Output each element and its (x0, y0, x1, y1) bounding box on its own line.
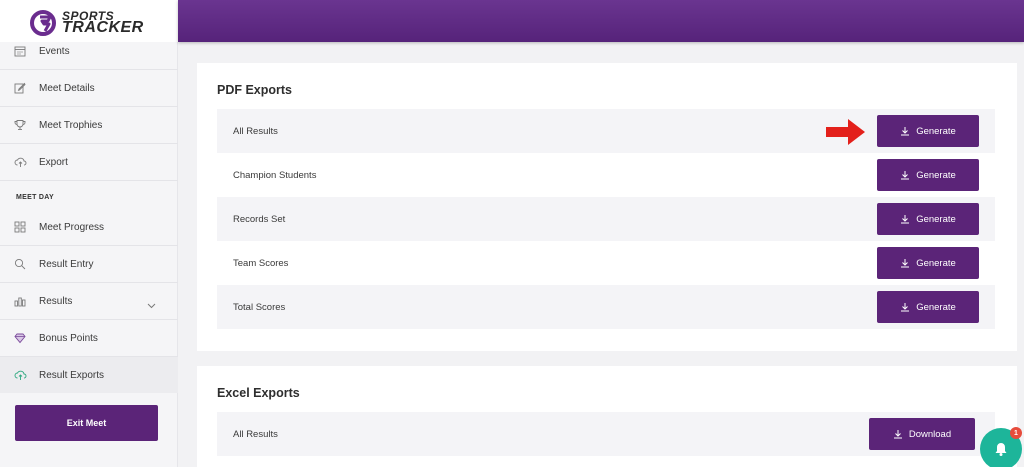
download-icon (901, 259, 910, 268)
pdf-exports-title: PDF Exports (217, 83, 293, 97)
calendar-icon (13, 44, 27, 58)
diamond-icon (13, 331, 27, 345)
trophy-icon (13, 118, 27, 132)
download-button[interactable]: Download (869, 418, 975, 450)
sidebar-item-export[interactable]: Export (0, 144, 178, 180)
exit-meet-button[interactable]: Exit Meet (15, 405, 158, 441)
sidebar-item-bonus-points[interactable]: Bonus Points (0, 320, 178, 356)
table-row: All Results Generate (217, 109, 995, 153)
download-icon (901, 127, 910, 136)
sidebar-item-label: Meet Trophies (39, 119, 103, 131)
generate-button-label: Generate (916, 257, 956, 269)
cloud-upload-icon (13, 368, 27, 382)
top-bar (178, 0, 1024, 42)
row-label: Records Set (233, 213, 286, 225)
divider (0, 180, 178, 181)
red-arrow-icon (826, 119, 865, 145)
bar-chart-icon (13, 294, 27, 308)
search-icon (13, 257, 27, 271)
sidebar-item-result-exports[interactable]: Result Exports (0, 357, 178, 393)
sidebar-item-meet-details[interactable]: Meet Details (0, 70, 178, 106)
generate-button-label: Generate (916, 213, 956, 225)
sidebar-item-label: Results (39, 295, 73, 307)
cloud-upload-icon (13, 155, 27, 169)
sidebar-item-label: Export (39, 156, 68, 168)
generate-button[interactable]: Generate (877, 159, 979, 191)
sidebar-item-label: Meet Progress (39, 221, 105, 233)
chevron-down-icon (147, 296, 156, 314)
row-label: All Results (233, 125, 278, 137)
sidebar-item-events[interactable]: Events (0, 33, 178, 69)
sidebar-item-meet-progress[interactable]: Meet Progress (0, 209, 178, 245)
generate-button-label: Generate (916, 301, 956, 313)
sidebar-item-label: Result Entry (39, 258, 94, 270)
sidebar-item-label: Bonus Points (39, 332, 98, 344)
table-row: Total Scores Generate (217, 285, 995, 329)
excel-exports-title: Excel Exports (217, 386, 300, 400)
download-icon (893, 430, 902, 439)
row-label: Champion Students (233, 169, 317, 181)
generate-button[interactable]: Generate (877, 247, 979, 279)
section-label-meet-day: MEET DAY (16, 194, 54, 201)
generate-button[interactable]: Generate (877, 115, 979, 147)
sidebar-item-label: Meet Details (39, 82, 95, 94)
sidebar: SPORTS TRACKER Events Meet Details Meet … (0, 0, 178, 467)
generate-button-label: Generate (916, 169, 956, 181)
generate-button[interactable]: Generate (877, 291, 979, 323)
edit-icon (13, 81, 27, 95)
excel-exports-card: Excel Exports All Results Download (197, 366, 1017, 467)
sidebar-item-label: Result Exports (39, 369, 105, 381)
download-icon (901, 215, 910, 224)
sidebar-item-meet-trophies[interactable]: Meet Trophies (0, 107, 178, 143)
generate-button-label: Generate (916, 125, 956, 137)
table-row: Team Scores Generate (217, 241, 995, 285)
notification-badge: 1 (1010, 427, 1022, 439)
table-row: Champion Students Generate (217, 153, 995, 197)
download-icon (901, 171, 910, 180)
generate-button[interactable]: Generate (877, 203, 979, 235)
sidebar-item-result-entry[interactable]: Result Entry (0, 246, 178, 282)
app-root: SPORTS TRACKER Events Meet Details Meet … (0, 0, 1024, 467)
sidebar-item-results[interactable]: Results (0, 283, 178, 319)
row-label: All Results (233, 428, 278, 440)
bell-icon (995, 443, 1007, 456)
table-row: Records Set Generate (217, 197, 995, 241)
pdf-exports-card: PDF Exports All Results Generate Champio… (197, 63, 1017, 351)
download-button-label: Download (908, 428, 952, 440)
row-label: Team Scores (233, 257, 289, 269)
download-icon (901, 303, 910, 312)
logo-text: SPORTS TRACKER (62, 10, 144, 36)
row-label: Total Scores (233, 301, 286, 313)
grid-icon (13, 220, 27, 234)
table-row: All Results Download (217, 412, 995, 456)
sidebar-item-label: Events (39, 45, 70, 57)
